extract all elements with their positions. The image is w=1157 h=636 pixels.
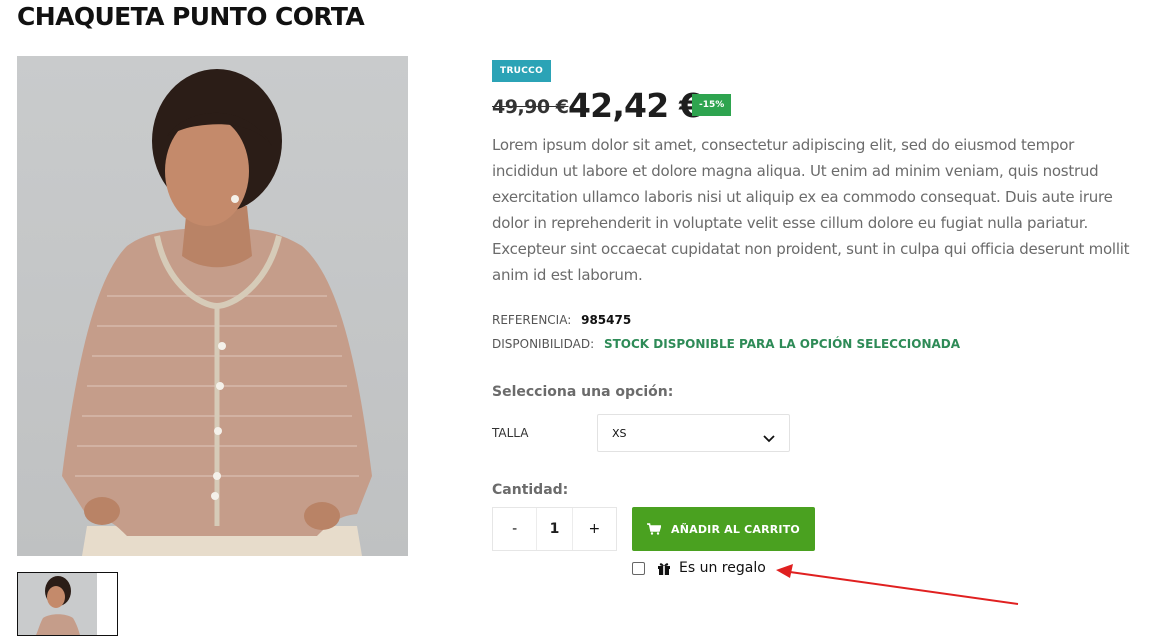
product-thumbnail[interactable] bbox=[17, 572, 118, 636]
quantity-input[interactable]: 1 bbox=[536, 508, 573, 550]
reference-row: Referencia: 985475 bbox=[492, 313, 631, 327]
add-to-cart-button[interactable]: AÑADIR AL CARRITO bbox=[632, 507, 815, 551]
availability-row: Disponibilidad: Stock disponible para la… bbox=[492, 337, 960, 351]
gift-label: Es un regalo bbox=[679, 560, 766, 576]
gift-checkbox[interactable] bbox=[632, 561, 645, 575]
size-select[interactable]: XS bbox=[597, 414, 790, 452]
gift-option: Es un regalo bbox=[632, 560, 766, 576]
product-title: CHAQUETA PUNTO CORTA bbox=[17, 2, 365, 31]
reference-value: 985475 bbox=[581, 313, 632, 327]
thumbnail-illustration bbox=[18, 573, 97, 635]
model-illustration bbox=[62, 69, 372, 556]
chevron-down-icon bbox=[763, 428, 775, 447]
quantity-decrease-button[interactable]: - bbox=[493, 508, 537, 550]
reference-label: Referencia: bbox=[492, 313, 572, 327]
discount-badge: -15% bbox=[692, 94, 732, 116]
brand-badge[interactable]: TRUCCO bbox=[492, 60, 552, 82]
product-main-image[interactable] bbox=[17, 56, 408, 556]
gift-icon bbox=[658, 562, 670, 575]
quantity-stepper: - 1 + bbox=[492, 507, 617, 551]
old-price: 49,90 € bbox=[492, 96, 569, 118]
quantity-title: Cantidad: bbox=[492, 482, 569, 498]
cart-icon bbox=[647, 523, 661, 535]
availability-value: Stock disponible para la opción seleccio… bbox=[603, 337, 961, 351]
size-label: TALLA bbox=[492, 426, 529, 440]
product-description: Lorem ipsum dolor sit amet, consectetur … bbox=[492, 136, 1130, 284]
options-title: Selecciona una opción: bbox=[492, 384, 674, 400]
size-select-value: XS bbox=[612, 427, 627, 440]
current-price: 42,42 € bbox=[568, 86, 702, 125]
quantity-increase-button[interactable]: + bbox=[572, 508, 616, 550]
add-to-cart-label: AÑADIR AL CARRITO bbox=[671, 522, 800, 536]
availability-label: Disponibilidad: bbox=[492, 337, 595, 351]
